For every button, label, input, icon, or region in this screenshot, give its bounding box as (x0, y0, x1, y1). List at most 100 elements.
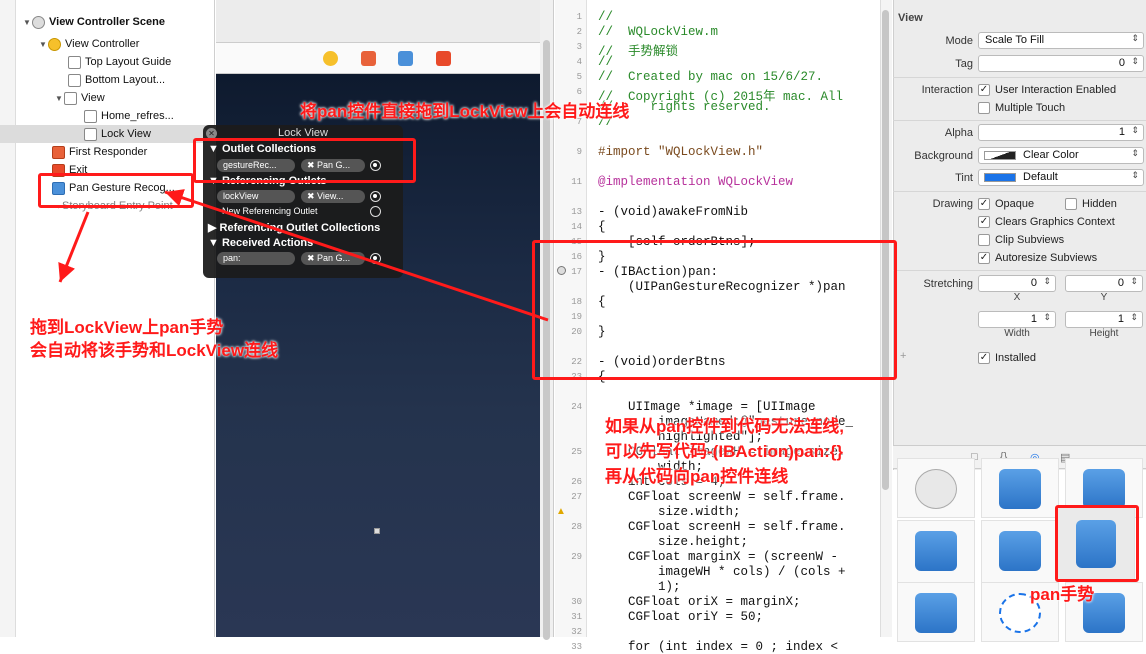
tint-select[interactable]: Default ⇕ (978, 169, 1144, 186)
checkbox-label: Opaque (995, 198, 1035, 210)
checkbox-label: Autoresize Subviews (995, 252, 1098, 264)
stepper-arrows-icon[interactable]: ⇕ (1130, 312, 1138, 323)
checkmark-icon: ✓ (978, 216, 990, 228)
view-controller-icon (48, 37, 61, 51)
tag-field[interactable]: 0 ⇕ (978, 55, 1144, 72)
compass-icon (915, 469, 957, 509)
background-select[interactable]: Clear Color ⇕ (978, 147, 1144, 164)
connection-dot-icon[interactable] (370, 253, 381, 264)
user-interaction-checkbox[interactable]: ✓ User Interaction Enabled (978, 83, 1116, 97)
code-line: @implementation WQLockView (598, 175, 794, 189)
code-line: // Created by mac on 15/6/27. (598, 70, 824, 84)
scene-icon (32, 15, 45, 29)
width-caption: Width (1004, 328, 1030, 339)
line-number: 1 (576, 12, 582, 22)
view-controller-icon[interactable] (323, 51, 338, 66)
code-line: CGFloat screenW = self.frame. (598, 490, 846, 504)
empty-connection-icon[interactable] (370, 206, 381, 217)
pan-gesture-icon[interactable] (398, 51, 413, 66)
resize-handle[interactable] (374, 528, 380, 534)
line-number: 31 (571, 612, 582, 622)
line-number: 25 (571, 447, 582, 457)
code-line: // WQLockView.m (598, 25, 719, 39)
stepper-arrows-icon[interactable]: ⇕ (1043, 276, 1051, 287)
stretch-width-field[interactable]: 1 ⇕ (978, 311, 1056, 328)
library-tile[interactable] (897, 520, 975, 584)
stepper-arrows-icon[interactable]: ⇕ (1131, 56, 1139, 67)
checkbox-label: Hidden (1082, 198, 1117, 210)
swipe-gesture-icon (1083, 469, 1125, 509)
clip-subviews-checkbox[interactable]: Clip Subviews (978, 233, 1064, 247)
divider (893, 270, 1146, 271)
alpha-field[interactable]: 1 ⇕ (978, 124, 1144, 141)
library-tile[interactable] (981, 520, 1059, 584)
action-pill[interactable]: pan: (217, 252, 295, 265)
exit-icon[interactable] (436, 51, 451, 66)
x-icon[interactable]: ✖ (307, 253, 317, 263)
outline-row-bottom-layout-guide[interactable]: Bottom Layout... (16, 71, 214, 89)
field-value: 1 (1030, 313, 1037, 325)
code-line: // (598, 10, 614, 24)
layout-guide-icon (68, 73, 81, 87)
outlet-pill[interactable]: lockView (217, 190, 295, 203)
section-received-actions[interactable]: ▼ Received Actions (208, 237, 313, 249)
connection-target-pill[interactable]: ✖ Pan G... (301, 252, 365, 265)
disclosure-open-icon[interactable]: ▼ (22, 18, 32, 27)
code-line: 1); (598, 580, 681, 594)
connection-dot-icon[interactable] (370, 191, 381, 202)
clears-graphics-checkbox[interactable]: ✓ Clears Graphics Context (978, 215, 1115, 229)
code-line: #import "WQLockView.h" (598, 145, 764, 159)
library-tile[interactable] (897, 582, 975, 642)
outline-row-lock-view[interactable]: Lock View (0, 125, 214, 143)
outline-row-view-controller[interactable]: ▼ View Controller (16, 35, 214, 53)
stepper-arrows-icon[interactable]: ⇕ (1130, 276, 1138, 287)
stepper-arrows-icon[interactable]: ⇕ (1131, 125, 1139, 136)
first-responder-icon[interactable] (361, 51, 376, 66)
library-tile[interactable] (981, 458, 1059, 518)
checkbox-label: Clears Graphics Context (995, 216, 1115, 228)
background-label: Background (914, 150, 973, 162)
outline-row-home-refresh[interactable]: Home_refres... (16, 107, 214, 125)
section-label: Referencing Outlet Collections (219, 222, 381, 234)
outline-row-top-layout-guide[interactable]: Top Layout Guide (16, 53, 214, 71)
outline-label: Top Layout Guide (85, 56, 172, 68)
multiple-touch-checkbox[interactable]: Multiple Touch (978, 101, 1065, 115)
annotation-left-2: 会自动将该手势和LockView连线 (30, 341, 279, 360)
mode-select[interactable]: Scale To Fill ⇕ (978, 32, 1144, 49)
hidden-checkbox[interactable]: Hidden (1065, 197, 1117, 211)
stretch-x-field[interactable]: 0 ⇕ (978, 275, 1056, 292)
warning-icon[interactable]: ▲ (556, 506, 566, 517)
connection-target-pill[interactable]: ✖ View... (301, 190, 365, 203)
checkmark-icon: ✓ (978, 352, 990, 364)
highlight-pan-gesture-outline (38, 173, 194, 208)
image-view-icon (84, 109, 97, 123)
checkbox-empty-icon (1065, 198, 1077, 210)
stepper-arrows-icon[interactable]: ⇕ (1043, 312, 1051, 323)
stepper-arrows-icon: ⇕ (1131, 170, 1139, 180)
stretch-y-field[interactable]: 0 ⇕ (1065, 275, 1143, 292)
stepper-arrows-icon: ⇕ (1131, 33, 1139, 43)
checkmark-icon: ✓ (978, 84, 990, 96)
outline-row-first-responder[interactable]: First Responder (16, 143, 214, 161)
installed-checkbox[interactable]: ✓ Installed (978, 351, 1036, 365)
outline-label: First Responder (69, 146, 148, 158)
checkbox-label: Installed (995, 352, 1036, 364)
tint-color-swatch (984, 173, 1016, 182)
outline-row-view[interactable]: ▼ View (16, 89, 214, 107)
add-variation-icon[interactable]: + (900, 350, 906, 362)
x-icon[interactable]: ✖ (307, 191, 317, 201)
checkbox-label: Clip Subviews (995, 234, 1065, 246)
disclosure-open-icon[interactable]: ▼ (54, 94, 64, 103)
section-ref-outlet-collections[interactable]: ▶ Referencing Outlet Collections (208, 221, 380, 234)
line-number: 4 (576, 57, 582, 67)
disclosure-open-icon[interactable]: ▼ (38, 40, 48, 49)
outline-row-scene[interactable]: ▼ View Controller Scene (16, 13, 214, 31)
library-tile[interactable] (897, 458, 975, 518)
autoresize-checkbox[interactable]: ✓ Autoresize Subviews (978, 251, 1097, 265)
y-caption: Y (1100, 292, 1108, 303)
opaque-checkbox[interactable]: ✓ Opaque (978, 197, 1034, 211)
checkmark-icon: ✓ (978, 252, 990, 264)
view-icon (64, 91, 77, 105)
stretch-height-field[interactable]: 1 ⇕ (1065, 311, 1143, 328)
interaction-label: Interaction (921, 84, 973, 96)
